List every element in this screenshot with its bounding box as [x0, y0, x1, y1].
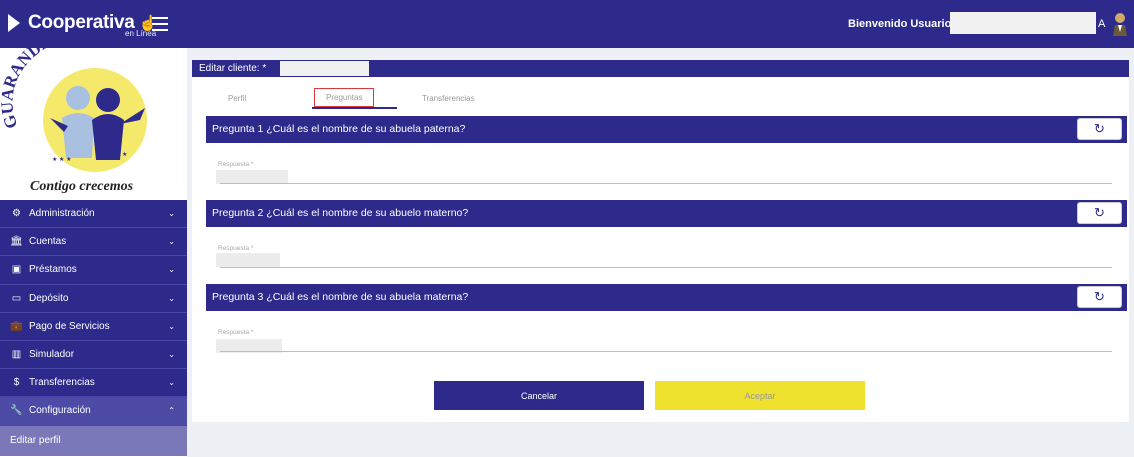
page-title: Editar cliente: *: [199, 63, 267, 74]
question-header: Pregunta 3 ¿Cuál es el nombre de su abue…: [206, 284, 1127, 311]
sidebar-item-configuracion[interactable]: 🔧 Configuración ⌃: [0, 397, 187, 426]
bank-icon: 🏛: [10, 236, 23, 248]
cancel-button[interactable]: Cancelar: [434, 381, 644, 410]
chevron-down-icon: ⌄: [168, 265, 175, 275]
refresh-button[interactable]: ↻: [1077, 202, 1122, 224]
main-content: Editar cliente: * Perfil Preguntas Trans…: [187, 48, 1134, 457]
briefcase-icon: 💼: [10, 320, 23, 332]
active-tab-indicator: [312, 107, 397, 109]
answer-label: Respuesta *: [218, 329, 254, 336]
tab-transferencias[interactable]: Transferencias: [422, 94, 475, 103]
sidebar-item-label: Transferencias: [29, 377, 95, 389]
sidebar-subitem-label: Editar perfil: [10, 435, 61, 446]
user-name-tail: A: [1098, 18, 1106, 30]
refresh-icon: ↻: [1094, 121, 1105, 136]
answer-input-2[interactable]: [220, 254, 1112, 268]
sidebar-subitem-editar-perfil[interactable]: Editar perfil: [0, 425, 187, 456]
refresh-button[interactable]: ↻: [1077, 118, 1122, 140]
sidebar-item-deposito[interactable]: ▭ Depósito ⌄: [0, 284, 187, 313]
welcome-text: Bienvenido Usuario:: [848, 18, 955, 30]
chevron-down-icon: ⌄: [168, 293, 175, 303]
avatar[interactable]: [1110, 10, 1130, 36]
question-block-1: Pregunta 1 ¿Cuál es el nombre de su abue…: [206, 116, 1127, 184]
hamburger-menu-icon[interactable]: [152, 13, 168, 35]
brand[interactable]: Cooperativa ☝ en Línea: [8, 12, 157, 38]
chevron-down-icon: ⌄: [168, 209, 175, 218]
sidebar-item-pago-servicios[interactable]: 💼 Pago de Servicios ⌄: [0, 312, 187, 341]
chart-icon: ▥: [11, 349, 22, 361]
svg-text:★ ★ ★: ★ ★ ★: [52, 156, 71, 163]
answer-input-3[interactable]: [220, 338, 1112, 352]
tabs: Perfil Preguntas Transferencias: [212, 88, 592, 110]
refresh-button[interactable]: ↻: [1077, 286, 1122, 308]
sidebar-item-label: Préstamos: [29, 264, 77, 276]
question-title: Pregunta 1 ¿Cuál es el nombre de su abue…: [212, 123, 466, 135]
question-block-3: Pregunta 3 ¿Cuál es el nombre de su abue…: [206, 284, 1127, 353]
accept-button[interactable]: Aceptar: [655, 381, 865, 410]
question-title: Pregunta 3 ¿Cuál es el nombre de su abue…: [212, 291, 469, 303]
sidebar-nav: ⚙ Administración ⌄ 🏛 Cuentas ⌄ ▣ Préstam…: [0, 200, 187, 456]
chevron-down-icon: ⌄: [168, 237, 175, 247]
loan-icon: ▣: [11, 264, 22, 276]
play-icon: [8, 14, 20, 32]
tab-perfil[interactable]: Perfil: [228, 94, 246, 103]
chevron-up-icon: ⌃: [168, 406, 175, 416]
gear-icon: ⚙: [12, 208, 21, 220]
sidebar-item-transferencias[interactable]: $ Transferencias ⌄: [0, 369, 187, 398]
client-name-redacted: [280, 61, 369, 76]
cooperative-logo: GUARANDA Ltda. ★ ★ ★ ★ ★ Contigo crecemo…: [0, 21, 187, 200]
edit-client-card: Editar cliente: * Perfil Preguntas Trans…: [192, 60, 1129, 422]
chevron-down-icon: ⌄: [168, 349, 175, 359]
refresh-icon: ↻: [1094, 289, 1105, 304]
sidebar-item-administracion[interactable]: ⚙ Administración ⌄: [0, 200, 187, 229]
sidebar-item-label: Configuración: [29, 405, 91, 417]
sidebar-item-label: Cuentas: [29, 236, 67, 248]
sidebar-item-simulador[interactable]: ▥ Simulador ⌄: [0, 340, 187, 370]
brand-title: Cooperativa: [28, 12, 135, 33]
answer-label: Respuesta *: [218, 245, 254, 252]
sidebar-item-prestamos[interactable]: ▣ Préstamos ⌄: [0, 256, 187, 285]
logo-graphic: GUARANDA Ltda. ★ ★ ★ ★ ★: [0, 21, 147, 172]
answer-input-1[interactable]: [220, 170, 1112, 184]
question-block-2: Pregunta 2 ¿Cuál es el nombre de su abue…: [206, 200, 1127, 268]
question-header: Pregunta 1 ¿Cuál es el nombre de su abue…: [206, 116, 1127, 143]
sidebar-item-label: Pago de Servicios: [29, 320, 110, 332]
question-title: Pregunta 2 ¿Cuál es el nombre de su abue…: [212, 207, 469, 219]
card-header: Editar cliente: *: [192, 60, 1129, 77]
sidebar: GUARANDA Ltda. ★ ★ ★ ★ ★ Contigo crecemo…: [0, 21, 187, 457]
user-name-redacted: [950, 12, 1096, 34]
top-bar: Cooperativa ☝ en Línea Bienvenido Usuari…: [0, 0, 1134, 48]
wrench-icon: 🔧: [10, 405, 23, 417]
tab-preguntas[interactable]: Preguntas: [314, 88, 375, 107]
chevron-down-icon: ⌄: [168, 378, 175, 388]
answer-label: Respuesta *: [218, 161, 254, 168]
card-icon: ▭: [11, 292, 22, 304]
sidebar-item-label: Simulador: [29, 349, 75, 361]
sidebar-item-cuentas[interactable]: 🏛 Cuentas ⌄: [0, 228, 187, 257]
refresh-icon: ↻: [1094, 205, 1105, 220]
dollar-icon: $: [13, 377, 20, 389]
question-header: Pregunta 2 ¿Cuál es el nombre de su abue…: [206, 200, 1127, 227]
sidebar-item-label: Depósito: [29, 292, 69, 304]
svg-text:★ ★: ★ ★: [115, 151, 127, 158]
sidebar-item-label: Administración: [29, 208, 95, 220]
logo-slogan: Contigo crecemos: [30, 179, 134, 194]
chevron-down-icon: ⌄: [168, 321, 175, 331]
